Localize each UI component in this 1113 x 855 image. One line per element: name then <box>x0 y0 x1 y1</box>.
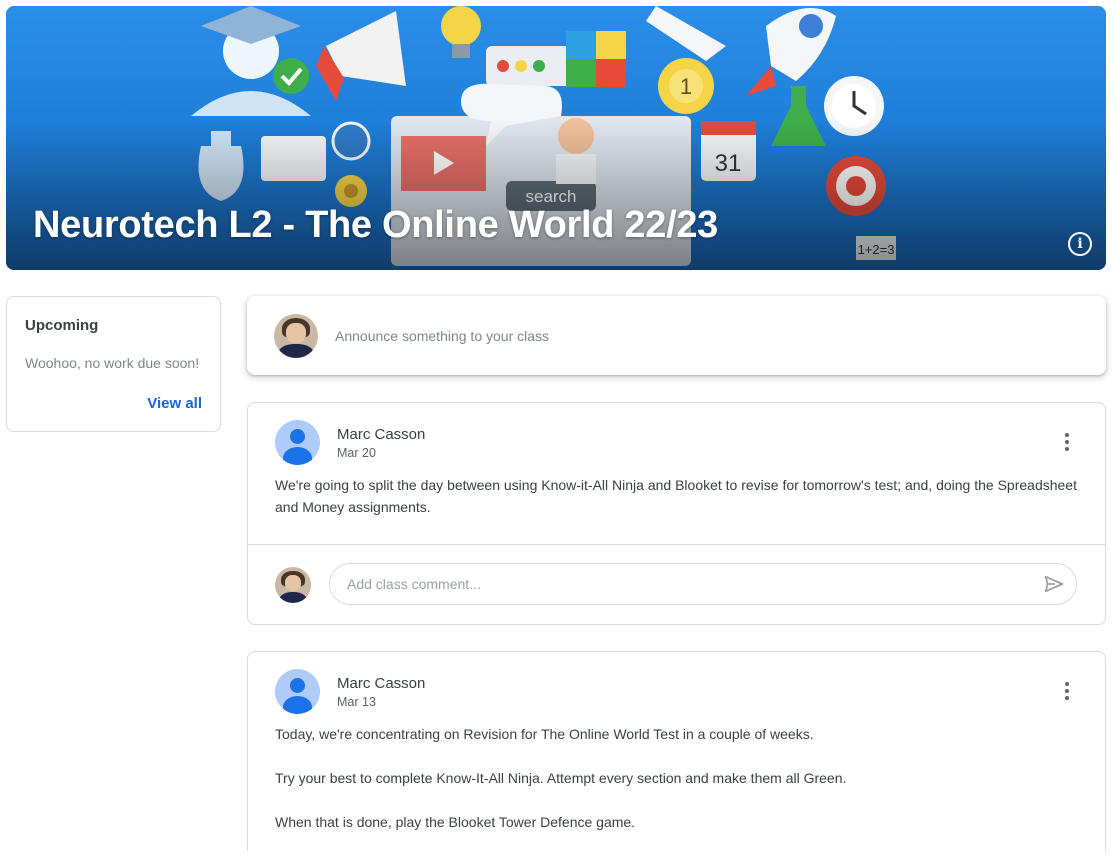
svg-text:1: 1 <box>680 74 692 99</box>
post-paragraph: When that is done, play the Blooket Towe… <box>275 814 636 830</box>
banner-shade <box>6 120 1106 270</box>
post-body: We're going to split the day between usi… <box>275 474 1078 540</box>
post-header: Marc Casson Mar 13 <box>275 669 425 714</box>
stream-post: Marc Casson Mar 13 Today, we're concentr… <box>247 651 1106 851</box>
teacher-avatar <box>274 313 318 358</box>
announce-placeholder: Announce something to your class <box>335 327 550 344</box>
post-date: Mar 13 <box>337 694 376 709</box>
commenter-avatar <box>275 567 311 603</box>
user-avatar <box>275 669 320 714</box>
post-paragraph: Try your best to complete Know-It-All Ni… <box>275 770 847 786</box>
post-date: Mar 20 <box>337 445 376 460</box>
class-comment-input[interactable]: Add class comment... <box>329 563 1077 605</box>
upcoming-empty-message: Woohoo, no work due soon! <box>25 355 200 371</box>
user-avatar <box>275 420 320 465</box>
send-icon[interactable] <box>1043 573 1065 595</box>
upcoming-card: Upcoming Woohoo, no work due soon! View … <box>6 296 221 432</box>
post-paragraph: Today, we're concentrating on Revision f… <box>275 726 814 742</box>
announce-box[interactable]: Announce something to your class <box>247 296 1106 375</box>
more-vert-icon[interactable] <box>1059 433 1075 453</box>
stream-post: Marc Casson Mar 20 We're going to split … <box>247 402 1106 625</box>
more-vert-icon[interactable] <box>1059 682 1075 702</box>
info-icon[interactable]: i <box>1068 232 1092 256</box>
view-all-link[interactable]: View all <box>147 395 202 412</box>
post-body: Today, we're concentrating on Revision f… <box>275 723 1078 855</box>
post-paragraph: We're going to split the day between usi… <box>275 477 1077 515</box>
class-banner: search 1 31 1+2=3 Neurotech L2 <box>6 6 1106 270</box>
comment-row: Add class comment... <box>248 544 1105 626</box>
post-author[interactable]: Marc Casson <box>337 675 425 692</box>
class-title: Neurotech L2 - The Online World 22/23 <box>33 204 718 246</box>
upcoming-title: Upcoming <box>25 317 99 334</box>
post-header: Marc Casson Mar 20 <box>275 420 425 465</box>
post-author[interactable]: Marc Casson <box>337 426 425 443</box>
